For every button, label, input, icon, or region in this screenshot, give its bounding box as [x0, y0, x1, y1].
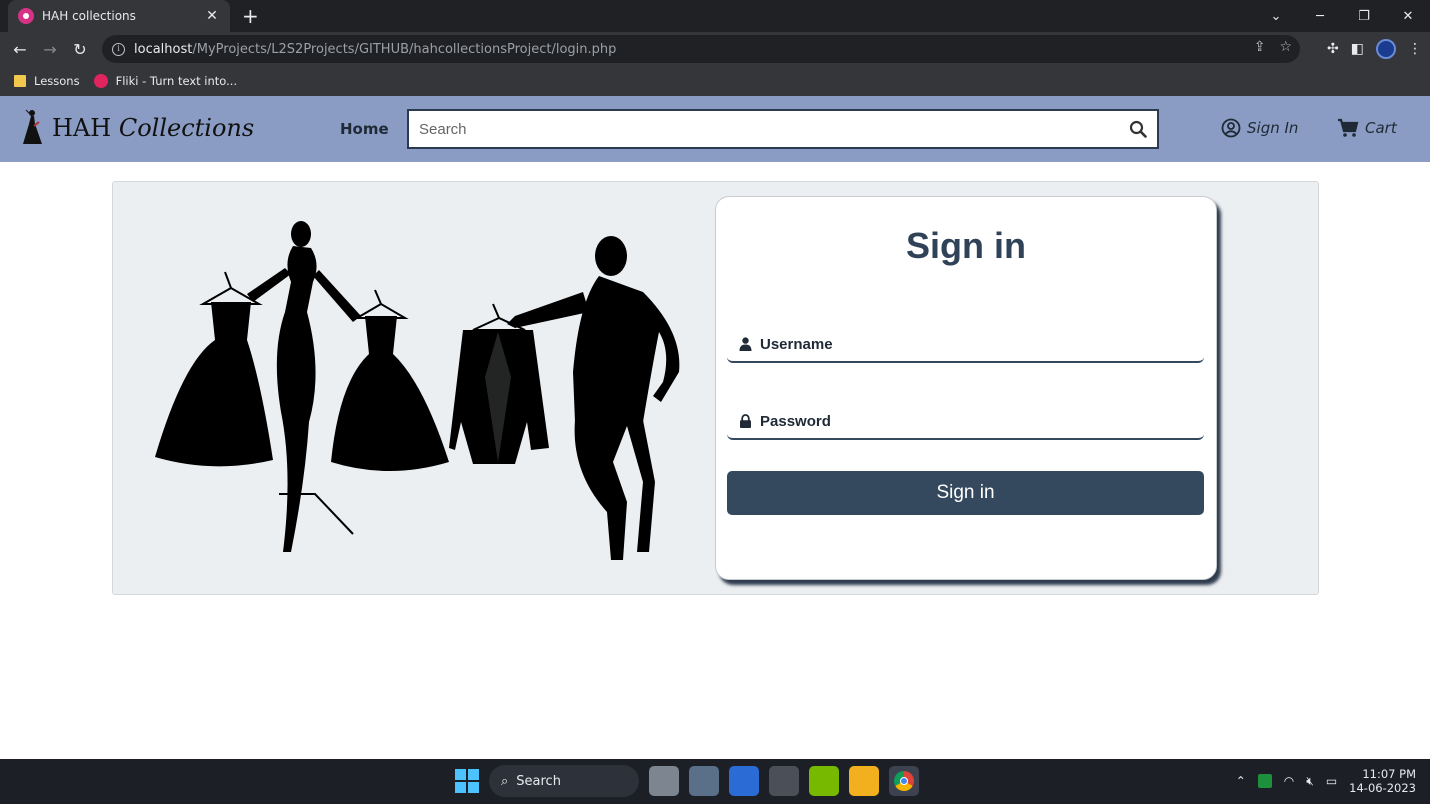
username-field[interactable]: Username	[727, 327, 1204, 363]
nav-sign-in-link[interactable]: Sign In	[1221, 118, 1298, 138]
close-window-icon[interactable]: ✕	[1386, 9, 1430, 24]
brand-link[interactable]: HAH Collections	[20, 108, 254, 148]
site-favicon-icon	[18, 8, 34, 24]
bookmark-label: Fliki - Turn text into...	[115, 74, 238, 88]
fashion-illustration-image	[155, 221, 680, 560]
nav-cart-link[interactable]: Cart	[1337, 118, 1397, 138]
browser-toolbar: ← → ↻ i localhost /MyProjects/L2S2Projec…	[0, 32, 1430, 66]
browser-tab[interactable]: HAH collections ✕	[8, 0, 230, 32]
user-circle-icon	[1221, 118, 1241, 138]
lock-icon	[740, 414, 751, 428]
url-host: localhost	[134, 41, 193, 57]
menu-icon[interactable]: ⋮	[1408, 41, 1422, 57]
speaker-muted-icon[interactable]: 🔇︎	[1306, 774, 1314, 789]
bookmark-fliki[interactable]: Fliki - Turn text into...	[93, 74, 238, 88]
task-view-icon[interactable]	[649, 766, 679, 796]
bookmark-label: Lessons	[34, 74, 80, 88]
login-section: Sign in Username Password Sign in	[112, 181, 1319, 595]
clock-date: 14-06-2023	[1349, 781, 1416, 795]
brand-plain: HAH	[52, 114, 119, 142]
site-search	[407, 109, 1159, 149]
store-icon[interactable]	[729, 766, 759, 796]
start-button[interactable]	[455, 769, 479, 793]
window-controls: ⌄ ─ ❐ ✕	[1254, 0, 1430, 32]
side-panel-icon[interactable]: ◧	[1351, 41, 1364, 57]
cart-label: Cart	[1365, 119, 1397, 137]
bookmark-star-icon[interactable]: ☆	[1279, 39, 1292, 55]
sign-in-button[interactable]: Sign in	[727, 471, 1204, 515]
browser-tab-bar: HAH collections ✕ + ⌄ ─ ❐ ✕	[0, 0, 1430, 32]
brand-script: Collections	[118, 114, 255, 142]
bookmark-lessons[interactable]: Lessons	[14, 74, 80, 88]
bookmarks-bar: Lessons Fliki - Turn text into...	[0, 66, 1430, 96]
clock[interactable]: 11:07 PM 14-06-2023	[1349, 767, 1416, 795]
tray-app-icon[interactable]	[1257, 774, 1272, 788]
password-placeholder: Password	[760, 412, 831, 430]
password-field[interactable]: Password	[727, 404, 1204, 440]
wifi-icon[interactable]: ◠	[1284, 774, 1294, 788]
restore-icon[interactable]: ❐	[1342, 9, 1386, 24]
login-form: Sign in Username Password Sign in	[715, 196, 1217, 580]
nav-home-link[interactable]: Home	[340, 120, 389, 138]
chrome-icon[interactable]	[889, 766, 919, 796]
minimize-icon[interactable]: ─	[1298, 9, 1342, 24]
forward-icon[interactable]: →	[35, 40, 65, 59]
url-path: /MyProjects/L2S2Projects/GITHUB/hahcolle…	[192, 41, 617, 57]
address-bar[interactable]: i localhost /MyProjects/L2S2Projects/GIT…	[102, 35, 1300, 63]
close-tab-icon[interactable]: ✕	[204, 8, 220, 24]
tab-title: HAH collections	[42, 9, 136, 23]
folder-icon	[14, 75, 26, 87]
sign-in-label: Sign In	[1247, 119, 1299, 137]
brand-name: HAH Collections	[52, 114, 254, 142]
battery-icon[interactable]: ▭	[1326, 774, 1337, 788]
reload-icon[interactable]: ↻	[65, 40, 95, 59]
tab-search-icon[interactable]: ⌄	[1254, 9, 1298, 24]
username-placeholder: Username	[760, 335, 833, 353]
share-icon[interactable]: ⇪	[1254, 39, 1266, 55]
app-icon[interactable]	[769, 766, 799, 796]
new-tab-icon[interactable]: +	[242, 6, 259, 26]
info-icon[interactable]: i	[112, 42, 125, 56]
settings-icon[interactable]	[689, 766, 719, 796]
back-icon[interactable]: ←	[5, 40, 35, 59]
dress-logo-icon	[23, 109, 42, 144]
user-icon	[739, 337, 752, 351]
login-title: Sign in	[906, 225, 1026, 266]
search-icon[interactable]	[1129, 120, 1147, 138]
cart-icon	[1338, 118, 1359, 137]
fliki-icon	[93, 74, 108, 88]
os-taskbar: ⌕ Search ⌃ ◠ 🔇︎ ▭ 11:07 PM 14-06-2023	[0, 759, 1430, 804]
nvidia-icon[interactable]	[809, 766, 839, 796]
search-input[interactable]	[419, 120, 1129, 138]
profile-avatar[interactable]	[1376, 39, 1396, 59]
show-hidden-icons-icon[interactable]: ⌃	[1236, 774, 1246, 788]
file-explorer-icon[interactable]	[849, 766, 879, 796]
taskbar-search[interactable]: ⌕ Search	[489, 765, 639, 797]
taskbar-search-icon: ⌕	[501, 773, 509, 789]
taskbar-search-label: Search	[516, 773, 561, 789]
site-navbar: HAH Collections Home Sign In Cart	[0, 96, 1430, 162]
extensions-icon[interactable]: ✣	[1327, 41, 1339, 57]
clock-time: 11:07 PM	[1362, 767, 1416, 781]
